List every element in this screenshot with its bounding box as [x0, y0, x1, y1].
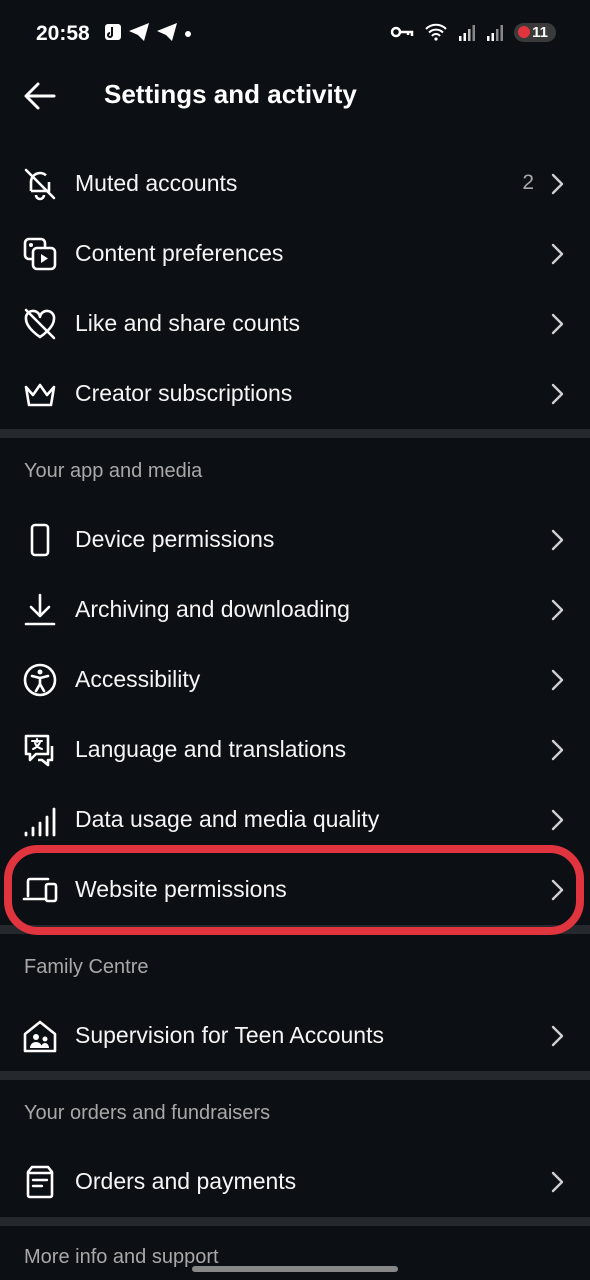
home-indicator[interactable] — [192, 1266, 398, 1272]
section-title-app-media: Your app and media — [24, 460, 203, 482]
row-label: Creator subscriptions — [75, 380, 293, 406]
section-divider — [0, 1217, 590, 1226]
vpn-key-icon — [390, 26, 414, 38]
row-content-preferences[interactable]: Content preferences — [0, 219, 590, 289]
row-label: Language and translations — [75, 736, 347, 762]
heart-off-icon — [24, 308, 56, 340]
page-title: Settings and activity — [104, 79, 357, 109]
row-label: Archiving and downloading — [75, 596, 350, 622]
row-creator-subscriptions[interactable]: Creator subscriptions — [0, 359, 590, 429]
row-label: Accessibility — [75, 666, 201, 692]
section-divider — [0, 429, 590, 438]
row-label: Data usage and media quality — [75, 806, 380, 832]
row-label: Website permissions — [75, 876, 287, 902]
download-icon — [24, 593, 56, 626]
telegram-notification-icon — [129, 23, 149, 41]
chevron-right-icon — [551, 879, 564, 901]
row-orders-payments[interactable]: Orders and payments — [0, 1147, 590, 1217]
signal-bars-icon — [24, 807, 56, 837]
row-data-usage[interactable]: Data usage and media quality — [0, 785, 590, 855]
row-supervision[interactable]: Supervision for Teen Accounts — [0, 1001, 590, 1071]
row-label: Orders and payments — [75, 1168, 297, 1194]
section-title-family: Family Centre — [24, 956, 149, 978]
row-label: Like and share counts — [75, 310, 301, 336]
accessibility-icon — [23, 663, 57, 697]
battery-low-icon — [518, 26, 531, 38]
section-title-more-info: More info and support — [24, 1246, 219, 1268]
chevron-right-icon — [551, 1171, 564, 1193]
family-home-icon — [23, 1020, 57, 1053]
header: Settings and activity — [0, 64, 590, 128]
battery-level: 11 — [532, 23, 548, 41]
tiktok-notification-icon — [105, 24, 121, 40]
crown-icon — [24, 383, 56, 407]
row-accessibility[interactable]: Accessibility — [0, 645, 590, 715]
row-label: Content preferences — [75, 240, 284, 266]
row-language-translations[interactable]: Language and translations — [0, 715, 590, 785]
section-divider — [0, 925, 590, 934]
row-website-permissions[interactable]: Website permissions — [0, 855, 590, 925]
muted-bell-icon — [24, 168, 56, 201]
telegram-notification-icon-2 — [157, 23, 177, 41]
section-divider — [0, 1071, 590, 1080]
chevron-right-icon — [551, 1025, 564, 1047]
status-bar: 20:58 11 — [0, 0, 590, 70]
row-muted-accounts[interactable]: Muted accounts 2 — [0, 149, 590, 219]
chevron-right-icon — [551, 599, 564, 621]
row-archiving-downloading[interactable]: Archiving and downloading — [0, 575, 590, 645]
row-label: Muted accounts — [75, 170, 238, 196]
notification-icons — [104, 22, 192, 42]
translate-icon — [24, 734, 54, 767]
chevron-right-icon — [551, 809, 564, 831]
chevron-right-icon — [551, 383, 564, 405]
chevron-right-icon — [551, 739, 564, 761]
row-label: Supervision for Teen Accounts — [75, 1022, 384, 1048]
status-time: 20:58 — [36, 22, 90, 45]
chevron-right-icon — [551, 529, 564, 551]
phone-icon — [30, 523, 50, 557]
chevron-right-icon — [551, 669, 564, 691]
laptop-phone-icon — [22, 877, 58, 903]
receipt-box-icon — [26, 1165, 54, 1199]
row-label: Device permissions — [75, 526, 275, 552]
signal-icon-2 — [487, 25, 504, 41]
signal-icon — [459, 25, 476, 41]
wifi-icon — [425, 23, 447, 41]
chevron-right-icon — [551, 243, 564, 265]
battery-indicator: 11 — [514, 22, 556, 42]
chevron-right-icon — [551, 313, 564, 335]
more-notifications-dot-icon — [185, 31, 191, 37]
back-arrow-icon[interactable] — [22, 78, 58, 114]
row-like-share-counts[interactable]: Like and share counts — [0, 289, 590, 359]
section-title-orders: Your orders and fundraisers — [24, 1102, 271, 1124]
content-preferences-icon — [23, 237, 57, 271]
chevron-right-icon — [551, 173, 564, 195]
muted-count: 2 — [522, 171, 534, 194]
status-right-icons: 11 — [390, 22, 556, 42]
row-device-permissions[interactable]: Device permissions — [0, 505, 590, 575]
